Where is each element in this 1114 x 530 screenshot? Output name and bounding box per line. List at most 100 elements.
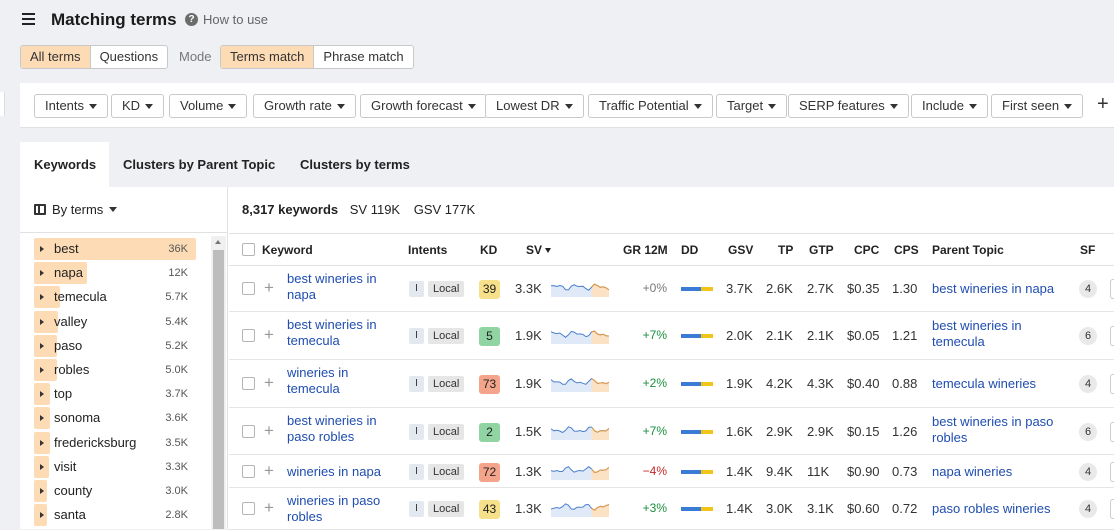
tab-keywords[interactable]: Keywords [20,142,109,187]
col-dd[interactable]: DD [681,243,698,257]
col-intents[interactable]: Intents [408,243,447,257]
expand-icon[interactable] [40,246,44,252]
term-item[interactable]: fredericksburg 3.5K [34,431,196,454]
col-kd[interactable]: KD [480,243,497,257]
expand-icon[interactable] [40,294,44,301]
expand-icon[interactable] [40,318,44,325]
all-terms-button[interactable]: All terms [21,46,91,68]
parent-topic-link[interactable]: paso robles wineries [932,501,1072,517]
term-item[interactable]: paso 5.2K [34,334,196,357]
row-checkbox[interactable] [242,424,255,438]
term-item[interactable]: temecula 5.7K [34,286,196,309]
expand-icon[interactable] [40,391,44,398]
row-checkbox[interactable] [242,282,255,295]
filter-growth-rate[interactable]: Growth rate [253,94,356,118]
row-checkbox[interactable] [242,329,255,342]
filter-traffic-potential[interactable]: Traffic Potential [588,94,713,118]
keyword-link[interactable]: best wineries in paso robles [287,413,387,445]
filter-serp-features[interactable]: SERP features [788,94,909,118]
row-action-button[interactable] [1110,421,1114,442]
keyword-link[interactable]: wineries in paso robles [287,493,387,525]
row-action-button[interactable] [1110,326,1114,346]
col-gtp[interactable]: GTP [809,243,834,257]
expand-icon[interactable] [40,488,44,494]
serp-features-badge[interactable]: 4 [1079,280,1097,298]
filter-intents[interactable]: Intents [34,94,109,118]
select-all-checkbox[interactable] [242,243,255,256]
keyword-link[interactable]: best wineries in napa [287,271,387,303]
filter-kd[interactable]: KD [111,94,165,118]
add-filter-icon[interactable]: + [1097,93,1109,116]
expand-icon[interactable] [40,463,44,470]
serp-features-badge[interactable]: 4 [1079,500,1097,518]
parent-topic-link[interactable]: best wineries in paso robles [932,414,1072,446]
filter-growth-forecast[interactable]: Growth forecast [360,94,487,118]
add-to-list-icon[interactable]: + [264,325,274,345]
expand-icon[interactable] [40,439,44,446]
serp-features-badge[interactable]: 4 [1079,375,1097,393]
add-to-list-icon[interactable]: + [264,373,274,393]
keyword-link[interactable]: wineries in temecula [287,365,387,397]
add-to-list-icon[interactable]: + [264,461,274,481]
term-item[interactable]: valley 5.4K [34,310,196,333]
add-to-list-icon[interactable]: + [264,421,274,441]
kd-badge: 2 [479,422,500,442]
expand-icon[interactable] [40,270,44,277]
col-gsv[interactable]: GSV [728,243,753,257]
by-terms-dropdown[interactable]: By terms [34,202,118,217]
filter-include[interactable]: Include [911,94,988,118]
parent-topic-link[interactable]: temecula wineries [932,376,1072,392]
term-item[interactable]: visit 3.3K [34,455,196,478]
parent-topic-link[interactable]: napa wineries [932,464,1072,480]
menu-icon[interactable] [22,13,35,25]
phrase-match-button[interactable]: Phrase match [314,46,412,68]
term-item[interactable]: santa 2.8K [34,504,196,527]
row-action-button[interactable] [1110,499,1114,519]
expand-icon[interactable] [40,512,44,519]
scrollbar-thumb[interactable] [213,250,224,529]
col-cps[interactable]: CPS [894,243,919,257]
col-sf[interactable]: SF [1080,243,1095,257]
expand-icon[interactable] [40,367,44,373]
row-checkbox[interactable] [242,502,255,515]
row-checkbox[interactable] [242,464,255,478]
add-to-list-icon[interactable]: + [264,498,274,518]
col-tp[interactable]: TP [778,243,793,257]
add-to-list-icon[interactable]: + [264,278,274,298]
questions-button[interactable]: Questions [91,46,168,68]
tab-clusters-parent-topic[interactable]: Clusters by Parent Topic [109,142,289,187]
parent-topic-link[interactable]: best wineries in temecula [932,318,1072,350]
row-checkbox[interactable] [242,377,255,390]
filter-lowest-dr[interactable]: Lowest DR [485,94,584,118]
sidebar-scrollbar[interactable] [211,236,226,529]
row-action-button[interactable] [1110,279,1114,299]
terms-match-button[interactable]: Terms match [221,46,315,68]
col-sv[interactable]: SV [526,243,552,257]
filter-target[interactable]: Target [716,94,788,118]
term-item[interactable]: top 3.7K [34,383,196,406]
term-item[interactable]: county 3.0K [34,480,196,502]
expand-icon[interactable] [40,415,44,422]
term-item[interactable]: napa 12K [34,262,196,285]
expand-icon[interactable] [40,342,44,349]
tab-clusters-terms[interactable]: Clusters by terms [286,142,424,187]
term-item[interactable]: best 36K [34,238,196,260]
filter-first-seen[interactable]: First seen [991,94,1084,118]
filter-volume[interactable]: Volume [169,94,248,118]
parent-topic-link[interactable]: best wineries in napa [932,281,1072,297]
row-action-button[interactable] [1110,461,1114,482]
col-parent-topic[interactable]: Parent Topic [932,243,1004,257]
serp-features-badge[interactable]: 4 [1079,462,1097,481]
col-cpc[interactable]: CPC [854,243,879,257]
keyword-link[interactable]: best wineries in temecula [287,317,387,349]
term-item[interactable]: sonoma 3.6K [34,407,196,430]
row-action-button[interactable] [1110,374,1114,394]
col-keyword[interactable]: Keyword [262,243,313,257]
how-to-use-link[interactable]: ? How to use [185,12,268,27]
keyword-link[interactable]: wineries in napa [287,464,387,480]
term-item[interactable]: robles 5.0K [34,359,196,381]
col-gr[interactable]: GR 12M [623,243,668,257]
serp-features-badge[interactable]: 6 [1079,327,1097,345]
serp-features-badge[interactable]: 6 [1079,422,1097,441]
scroll-up-icon[interactable] [215,240,221,244]
